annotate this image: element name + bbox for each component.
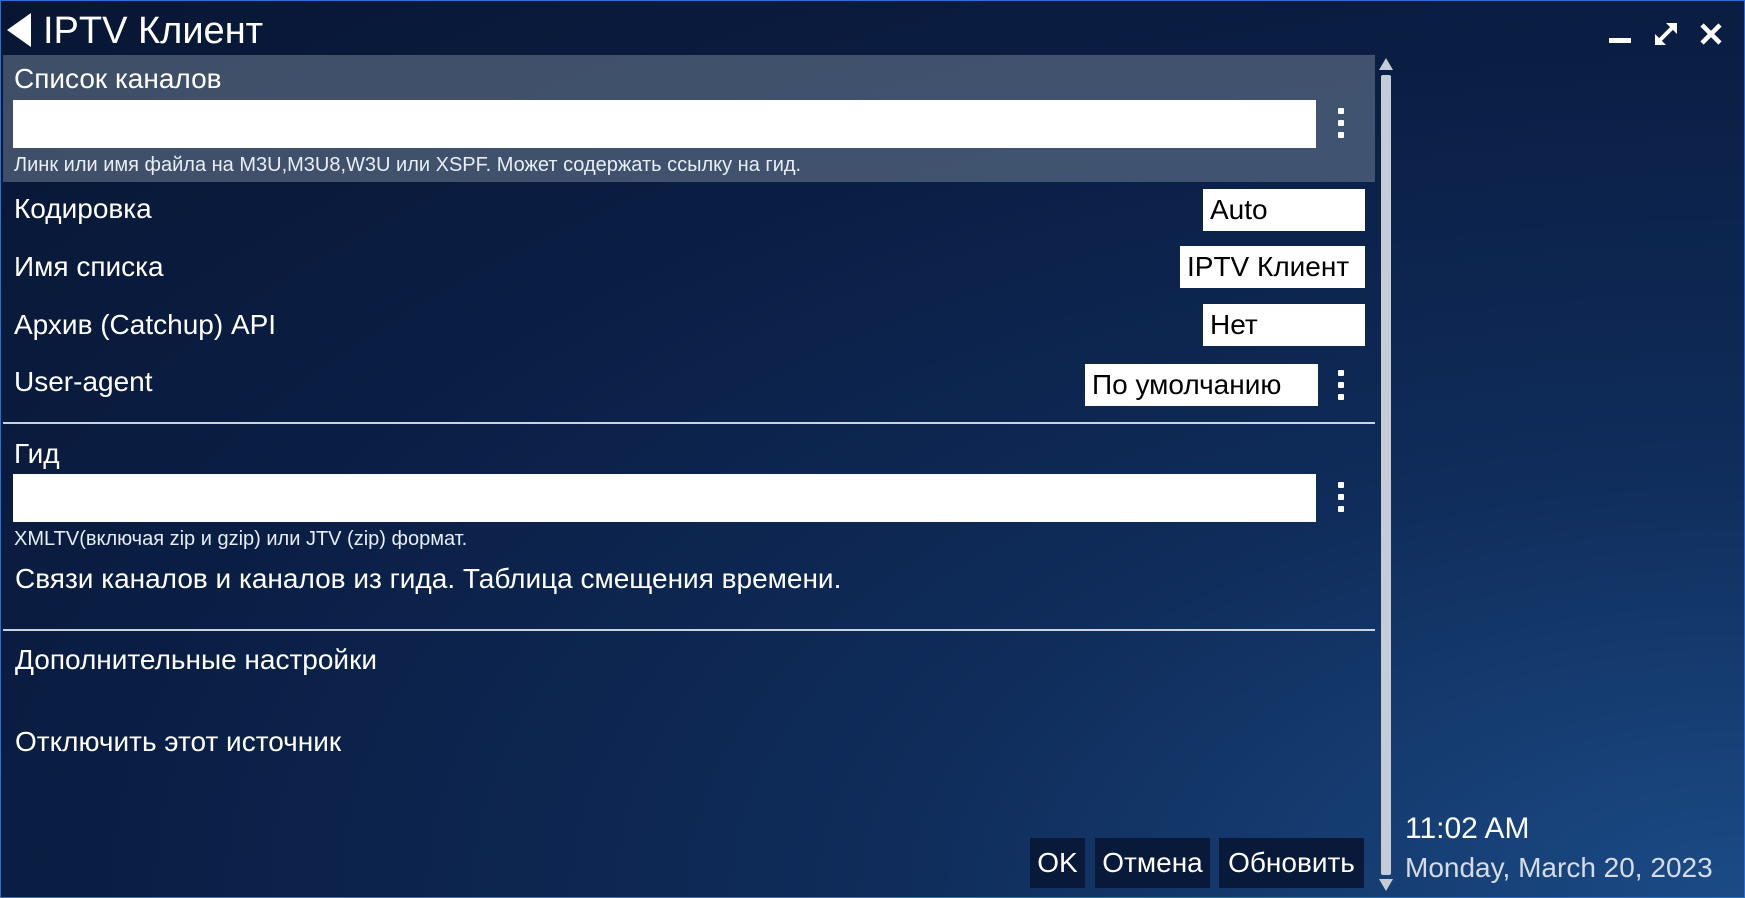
scroll-down-icon[interactable] bbox=[1378, 878, 1394, 892]
channel-list-menu-icon[interactable] bbox=[1329, 103, 1353, 143]
separator bbox=[3, 629, 1375, 631]
ok-button[interactable]: OK bbox=[1030, 838, 1085, 888]
advanced-settings-link[interactable]: Дополнительные настройки bbox=[15, 642, 377, 678]
channel-list-label: Список каналов bbox=[14, 63, 222, 94]
catchup-select[interactable]: Нет bbox=[1203, 304, 1365, 346]
channel-mapping-link[interactable]: Связи каналов и каналов из гида. Таблица… bbox=[15, 561, 841, 597]
channel-list-input[interactable] bbox=[13, 100, 1316, 148]
clock-date: Monday, March 20, 2023 bbox=[1405, 852, 1713, 883]
cancel-button[interactable]: Отмена bbox=[1095, 838, 1210, 888]
scroll-up-icon[interactable] bbox=[1378, 57, 1394, 71]
maximize-icon[interactable] bbox=[1649, 17, 1683, 51]
user-agent-label: User-agent bbox=[14, 366, 153, 397]
guide-input[interactable] bbox=[13, 474, 1316, 522]
guide-label: Гид bbox=[14, 438, 60, 469]
scrollbar-thumb[interactable] bbox=[1381, 75, 1391, 875]
clock-time: 11:02 AM bbox=[1405, 812, 1530, 845]
list-name-label: Имя списка bbox=[14, 251, 164, 282]
user-agent-select[interactable]: По умолчанию bbox=[1085, 364, 1318, 406]
encoding-select[interactable]: Auto bbox=[1203, 189, 1365, 231]
close-icon[interactable] bbox=[1694, 17, 1728, 51]
window-title: IPTV Клиент bbox=[43, 10, 264, 52]
guide-menu-icon[interactable] bbox=[1329, 477, 1353, 517]
guide-hint: XMLTV(включая zip и gzip) или JTV (zip) … bbox=[14, 528, 468, 550]
separator bbox=[3, 422, 1375, 424]
user-agent-menu-icon[interactable] bbox=[1329, 365, 1353, 405]
channel-list-hint: Линк или имя файла на M3U,M3U8,W3U или X… bbox=[14, 154, 802, 176]
settings-panel: Список каналов Линк или имя файла на M3U… bbox=[3, 55, 1375, 895]
catchup-label: Архив (Catchup) API bbox=[14, 309, 277, 340]
disable-source-link[interactable]: Отключить этот источник bbox=[15, 724, 341, 760]
refresh-button[interactable]: Обновить bbox=[1219, 838, 1364, 888]
minimize-icon[interactable] bbox=[1603, 17, 1637, 51]
encoding-label: Кодировка bbox=[14, 193, 152, 224]
list-name-field[interactable]: IPTV Клиент bbox=[1180, 246, 1365, 288]
back-arrow-icon[interactable] bbox=[7, 13, 33, 47]
